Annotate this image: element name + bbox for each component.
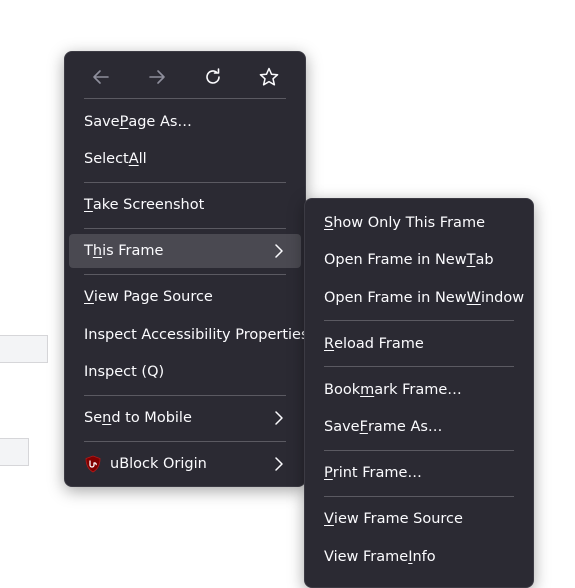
item-label: d to Mobile [111,410,192,426]
item-label: T [84,243,93,259]
page-input-field[interactable] [0,335,48,363]
access-key: h [92,243,103,259]
access-key: P [119,114,129,130]
access-key: R [324,336,335,352]
item-label: ake Screenshot [92,197,205,213]
forward-arrow-icon [149,70,165,84]
item-label: age As… [128,114,192,130]
item-label: iew Page Source [93,289,213,305]
item-label: eload Frame [334,336,424,352]
this-frame-submenu: Show Only This Frame Open Frame in New T… [304,198,534,588]
access-key: S [324,215,334,231]
access-key: n [102,410,112,426]
item-label: ark Frame… [374,382,462,398]
item-label: Save [84,114,120,130]
separator [324,320,514,321]
access-key: V [84,289,94,305]
context-menu: Save Page As… Select All Take Screenshot… [64,51,309,487]
separator [324,496,514,497]
access-key: W [466,290,481,306]
separator [324,366,514,367]
item-label: ab [475,252,494,268]
item-label: Inspect (Q) [84,364,165,380]
access-key: T [466,252,476,268]
separator [84,441,286,442]
item-label: rame As… [367,419,443,435]
menu-item-save-frame-as[interactable]: Save Frame As… [309,410,529,444]
forward-button[interactable] [140,60,174,94]
menu-item-take-screenshot[interactable]: Take Screenshot [69,188,301,222]
access-key: P [324,465,333,481]
item-label: Save [324,419,360,435]
access-key: m [360,382,375,398]
separator [84,98,286,99]
page-input-field[interactable] [0,438,29,466]
ublock-shield-icon [85,455,101,473]
menu-item-save-page-as[interactable]: Save Page As… [69,105,301,139]
item-label: Book [324,382,361,398]
navigation-row [73,60,297,94]
item-label: Open Frame in New [324,252,467,268]
menu-item-open-frame-new-tab[interactable]: Open Frame in New Tab [309,243,529,277]
menu-item-show-only-this-frame[interactable]: Show Only This Frame [309,206,529,240]
separator [84,274,286,275]
menu-item-bookmark-frame[interactable]: Book m ark Frame… [309,373,529,407]
reload-button[interactable] [196,60,230,94]
bookmark-button[interactable] [252,60,286,94]
reload-icon [206,68,220,84]
menu-item-open-frame-new-window[interactable]: Open Frame in New Window [309,281,529,315]
item-label: nfo [412,549,436,565]
item-label: ll [138,151,147,167]
item-label: Open Frame in New [324,290,467,306]
separator [84,228,286,229]
menu-item-view-page-source[interactable]: View Page Source [69,280,301,314]
item-label: iew Frame Source [333,511,463,527]
menu-item-reload-frame[interactable]: Reload Frame [309,327,529,361]
item-label: View Frame [324,549,409,565]
item-label: rint Frame… [332,465,422,481]
chevron-right-icon [275,244,283,258]
back-arrow-icon [93,70,109,84]
item-label: uBlock Origin [110,456,207,472]
item-label: Inspect Accessibility Properties [84,327,309,343]
menu-item-view-frame-info[interactable]: View Frame Info [309,540,529,574]
access-key: A [128,151,139,167]
menu-item-inspect[interactable]: Inspect (Q) [69,355,301,389]
separator [84,182,286,183]
access-key: F [359,419,368,435]
item-label: is Frame [102,243,164,259]
item-label: Se [84,410,103,426]
menu-item-send-to-mobile[interactable]: Se n d to Mobile [69,401,301,435]
separator [84,395,286,396]
menu-item-inspect-accessibility[interactable]: Inspect Accessibility Properties [69,318,309,352]
menu-item-ublock-origin[interactable]: uBlock Origin [69,447,301,481]
menu-item-view-frame-source[interactable]: View Frame Source [309,502,529,536]
item-label: Select [84,151,129,167]
item-label: how Only This Frame [333,215,485,231]
item-label: indow [480,290,525,306]
menu-item-print-frame[interactable]: Print Frame… [309,456,529,490]
menu-item-this-frame[interactable]: Th is Frame [69,234,301,268]
access-key: V [324,511,334,527]
back-button[interactable] [84,60,118,94]
access-key: T [84,197,93,213]
chevron-right-icon [275,457,283,471]
separator [324,450,514,451]
chevron-right-icon [275,411,283,425]
star-icon [259,67,279,86]
menu-item-select-all[interactable]: Select All [69,142,301,176]
